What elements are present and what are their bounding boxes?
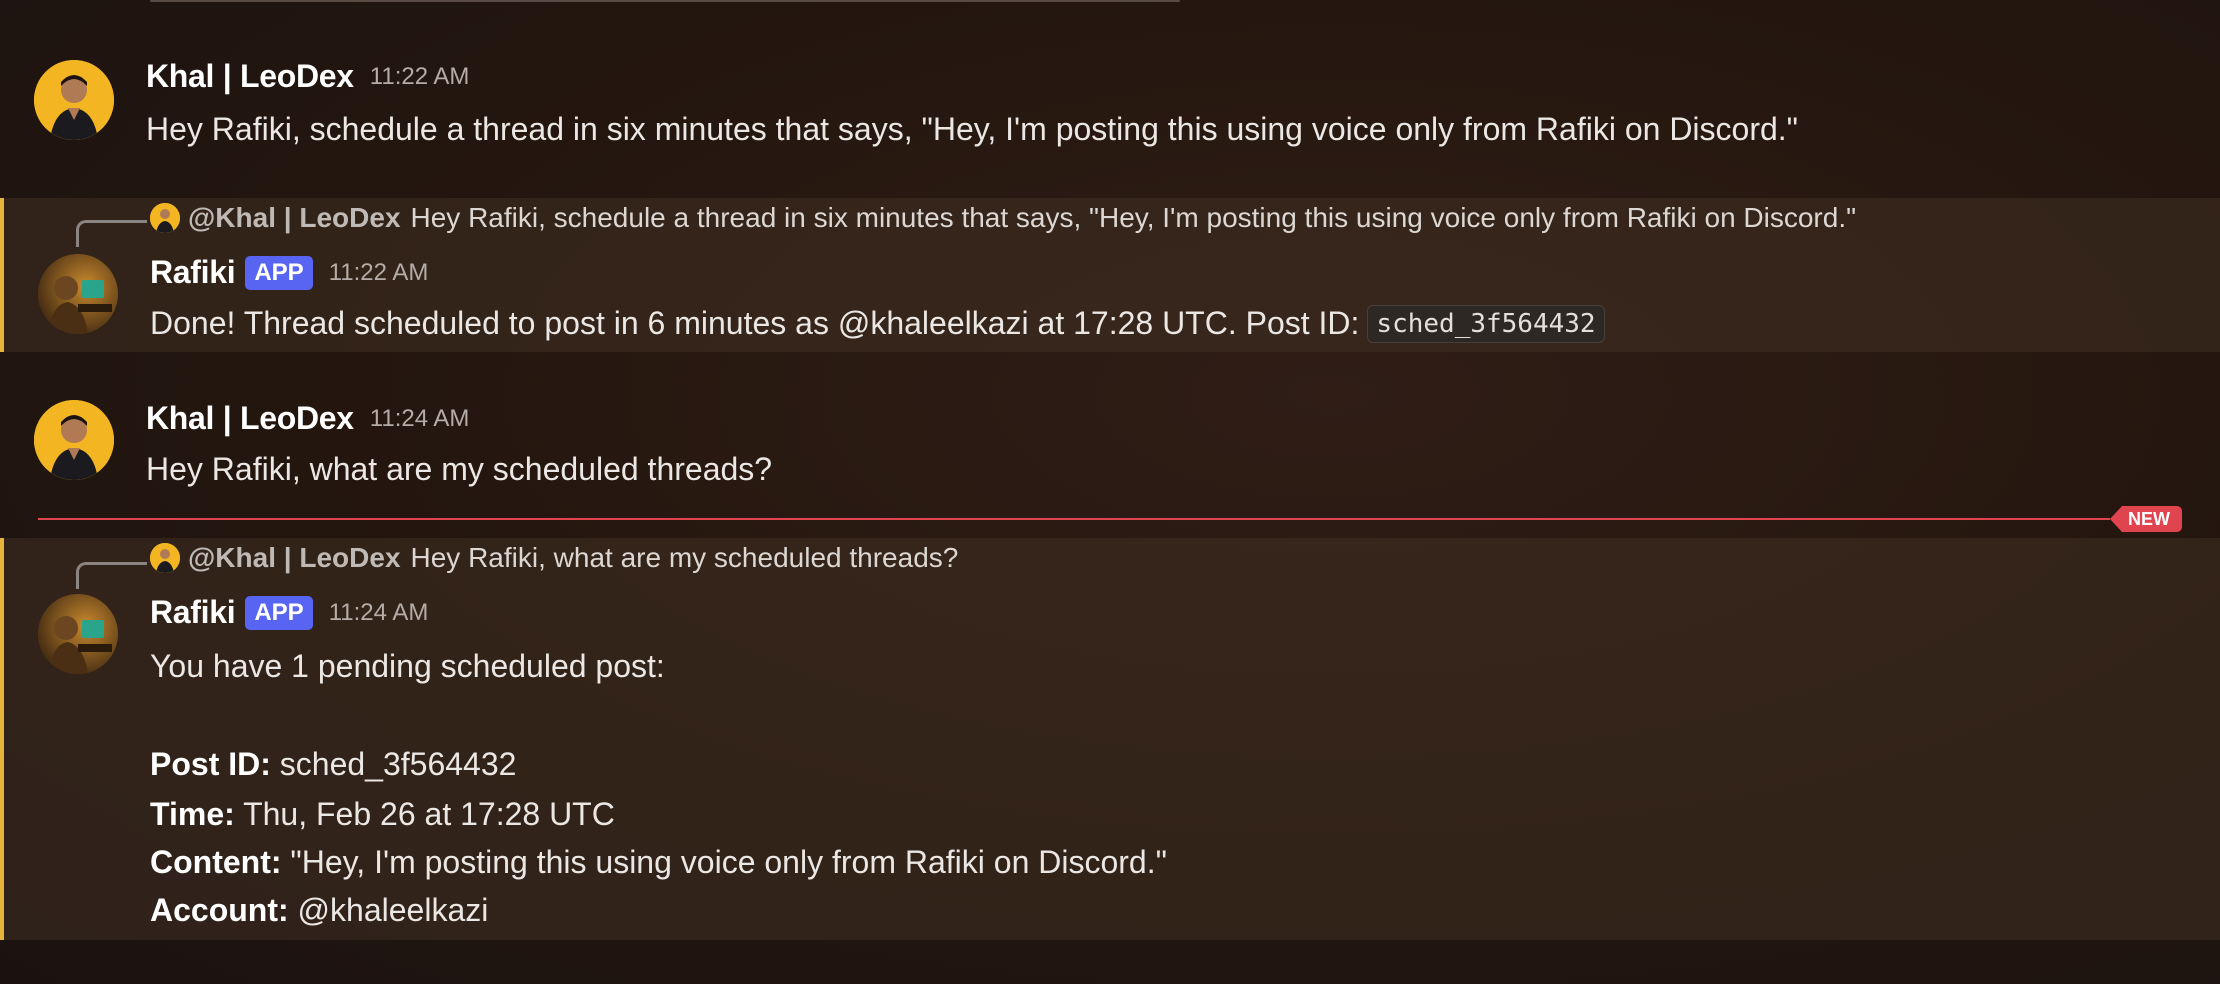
inline-code[interactable]: sched_3f564432 — [1367, 305, 1605, 343]
detail-value: sched_3f564432 — [279, 746, 517, 782]
message-intro: You have 1 pending scheduled post: — [150, 648, 665, 684]
detail-label: Account: — [150, 892, 289, 928]
reply-text[interactable]: Hey Rafiki, what are my scheduled thread… — [411, 542, 959, 574]
detail-label: Time: — [150, 796, 235, 832]
timestamp[interactable]: 11:22 AM — [329, 259, 429, 287]
detail-content: Content: "Hey, I'm posting this using vo… — [150, 844, 1167, 881]
detail-label: Post ID: — [150, 746, 271, 782]
timestamp[interactable]: 11:24 AM — [370, 405, 470, 433]
detail-time: Time: Thu, Feb 26 at 17:28 UTC — [150, 796, 615, 833]
reply-preview[interactable]: @Khal | LeoDex Hey Rafiki, what are my s… — [150, 542, 958, 574]
new-badge: NEW — [2110, 506, 2182, 532]
message-content: Done! Thread scheduled to post in 6 minu… — [150, 305, 1605, 343]
reply-text[interactable]: Hey Rafiki, schedule a thread in six min… — [411, 202, 1857, 234]
reply-avatar — [150, 203, 180, 233]
username[interactable]: Khal | LeoDex — [146, 400, 354, 437]
detail-value: Thu, Feb 26 at 17:28 UTC — [243, 796, 615, 832]
message-content: Hey Rafiki, schedule a thread in six min… — [146, 111, 1799, 147]
username[interactable]: Rafiki — [150, 594, 236, 631]
avatar[interactable] — [34, 60, 114, 140]
reply-spine — [76, 562, 147, 589]
timestamp[interactable]: 11:24 AM — [329, 599, 429, 627]
detail-value[interactable]: @khaleelkazi — [298, 892, 489, 928]
previous-embed-edge — [150, 0, 1180, 2]
reply-mention[interactable]: @Khal | LeoDex — [188, 542, 401, 574]
avatar[interactable] — [38, 594, 118, 674]
username[interactable]: Rafiki — [150, 254, 236, 291]
app-badge: APP — [245, 255, 313, 290]
username[interactable]: Khal | LeoDex — [146, 58, 354, 95]
reply-preview[interactable]: @Khal | LeoDex Hey Rafiki, schedule a th… — [150, 202, 1856, 234]
detail-value: "Hey, I'm posting this using voice only … — [290, 844, 1167, 880]
detail-post-id: Post ID: sched_3f564432 — [150, 746, 516, 783]
detail-label: Content: — [150, 844, 282, 880]
app-badge: APP — [245, 595, 313, 630]
message-text: Done! Thread scheduled to post in 6 minu… — [150, 305, 1360, 341]
message-rafiki-1[interactable]: @Khal | LeoDex Hey Rafiki, schedule a th… — [0, 198, 2220, 352]
message-rafiki-2[interactable]: @Khal | LeoDex Hey Rafiki, what are my s… — [0, 538, 2220, 940]
reply-mention[interactable]: @Khal | LeoDex — [188, 202, 401, 234]
message-content: Hey Rafiki, what are my scheduled thread… — [146, 451, 773, 487]
detail-account: Account: @khaleelkazi — [150, 892, 488, 929]
new-messages-divider — [38, 518, 2110, 520]
avatar[interactable] — [38, 254, 118, 334]
message-khal-1[interactable]: Khal | LeoDex 11:22 AM Hey Rafiki, sched… — [0, 40, 2220, 160]
timestamp[interactable]: 11:22 AM — [370, 63, 470, 91]
reply-avatar — [150, 543, 180, 573]
avatar[interactable] — [34, 400, 114, 480]
reply-spine — [76, 220, 147, 247]
message-khal-2[interactable]: Khal | LeoDex 11:24 AM Hey Rafiki, what … — [0, 380, 2220, 500]
